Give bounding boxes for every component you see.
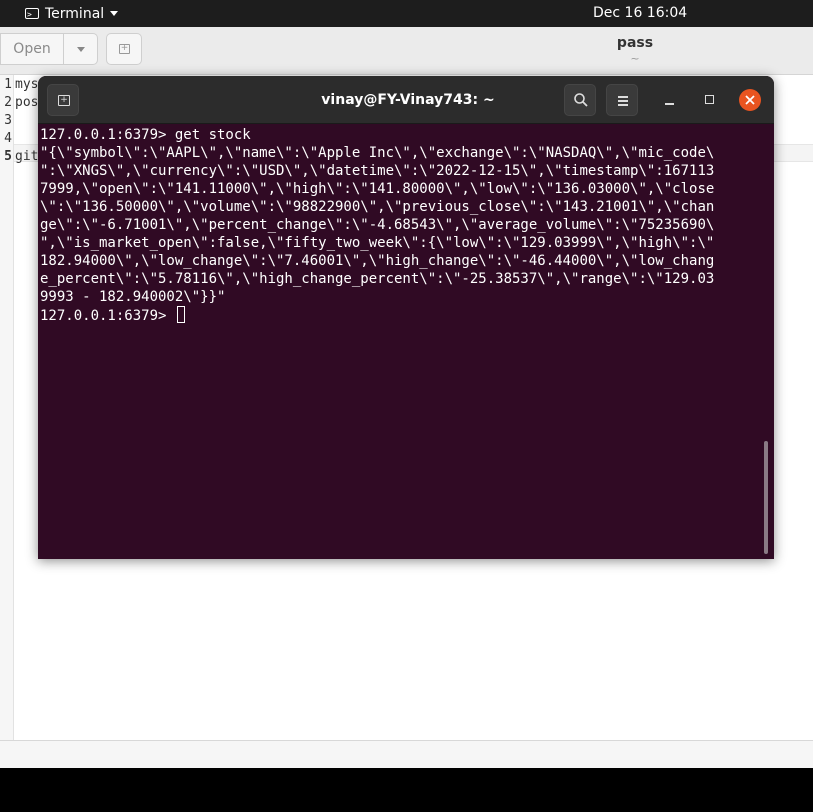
app-menu-label: Terminal — [45, 5, 105, 22]
terminal-scrollbar[interactable] — [764, 441, 768, 554]
clock[interactable]: Dec 16 16:04 — [593, 0, 687, 27]
document-path: ~ — [630, 52, 640, 65]
terminal-line: ge\":\"-6.71001\",\"percent_change\":\"-… — [40, 217, 715, 233]
menu-button[interactable] — [606, 84, 638, 116]
code-line[interactable]: pos — [15, 95, 38, 110]
hamburger-icon-bar — [618, 104, 628, 106]
search-button[interactable] — [564, 84, 596, 116]
terminal-output[interactable]: 127.0.0.1:6379> get stock "{\"symbol\":\"… — [40, 124, 762, 559]
open-button[interactable]: Open — [0, 33, 64, 65]
code-line[interactable]: git — [15, 149, 38, 164]
terminal-line: 127.0.0.1:6379> get stock — [40, 127, 251, 143]
new-tab-icon: + — [58, 95, 70, 106]
line-number-gutter: 1 2 3 4 5 — [0, 75, 14, 740]
top-bar: >_ Terminal Dec 16 16:04 — [0, 0, 813, 27]
maximize-button[interactable] — [698, 84, 722, 116]
new-tab-icon: + — [119, 43, 130, 54]
search-icon — [574, 93, 588, 107]
new-document-button[interactable]: + — [106, 33, 142, 65]
terminal-line: 182.94000\",\"low_change\":\"7.46001\",\… — [40, 253, 715, 269]
line-number: 5 — [4, 149, 12, 164]
chevron-down-icon — [110, 11, 119, 16]
terminal-line: 7999,\"open\":\"141.11000\",\"high\":\"1… — [40, 181, 715, 197]
document-title: pass — [616, 35, 654, 51]
terminal-header-bar[interactable]: + vinay@FY-Vinay743: ~ — [38, 76, 774, 124]
close-icon — [745, 95, 755, 105]
minimize-button[interactable] — [658, 84, 682, 116]
terminal-line: ":\"XNGS\",\"currency\":\"USD\",\"dateti… — [40, 163, 715, 179]
close-button[interactable] — [739, 89, 761, 111]
maximize-icon — [705, 95, 714, 104]
hamburger-icon — [618, 96, 628, 98]
terminal-line: ",\"is_market_open\":false,\"fifty_two_w… — [40, 235, 715, 251]
line-number: 4 — [4, 131, 12, 146]
terminal-prompt-line: 127.0.0.1:6379> — [40, 306, 762, 324]
minimize-icon — [665, 103, 674, 105]
terminal-line: e_percent\":\"5.78116\",\"high_change_pe… — [40, 271, 715, 287]
line-number: 1 — [4, 77, 12, 92]
line-number: 2 — [4, 95, 12, 110]
code-line[interactable]: mys — [15, 77, 38, 92]
gedit-status-bar — [0, 740, 813, 768]
hamburger-icon-bar — [618, 100, 628, 102]
terminal-prompt: 127.0.0.1:6379> — [40, 308, 175, 324]
line-number: 3 — [4, 113, 12, 128]
terminal-cursor — [176, 306, 185, 323]
open-dropdown-button[interactable] — [64, 33, 98, 65]
terminal-line: 9993 - 182.940002\"}}" — [40, 289, 226, 305]
gedit-header-bar: Open + pass ~ — [0, 27, 813, 75]
chevron-down-icon — [77, 47, 85, 52]
terminal-window: + vinay@FY-Vinay743: ~ 127.0.0.1:6379> g… — [38, 76, 774, 559]
terminal-line: \":\"136.50000\",\"volume\":\"98822900\"… — [40, 199, 715, 215]
terminal-icon: >_ — [25, 8, 39, 19]
terminal-line: "{\"symbol\":\"AAPL\",\"name\":\"Apple I… — [40, 145, 715, 161]
terminal-title: vinay@FY-Vinay743: ~ — [321, 92, 495, 108]
app-menu-terminal[interactable]: >_ Terminal — [25, 0, 119, 27]
new-tab-button[interactable]: + — [47, 84, 79, 116]
